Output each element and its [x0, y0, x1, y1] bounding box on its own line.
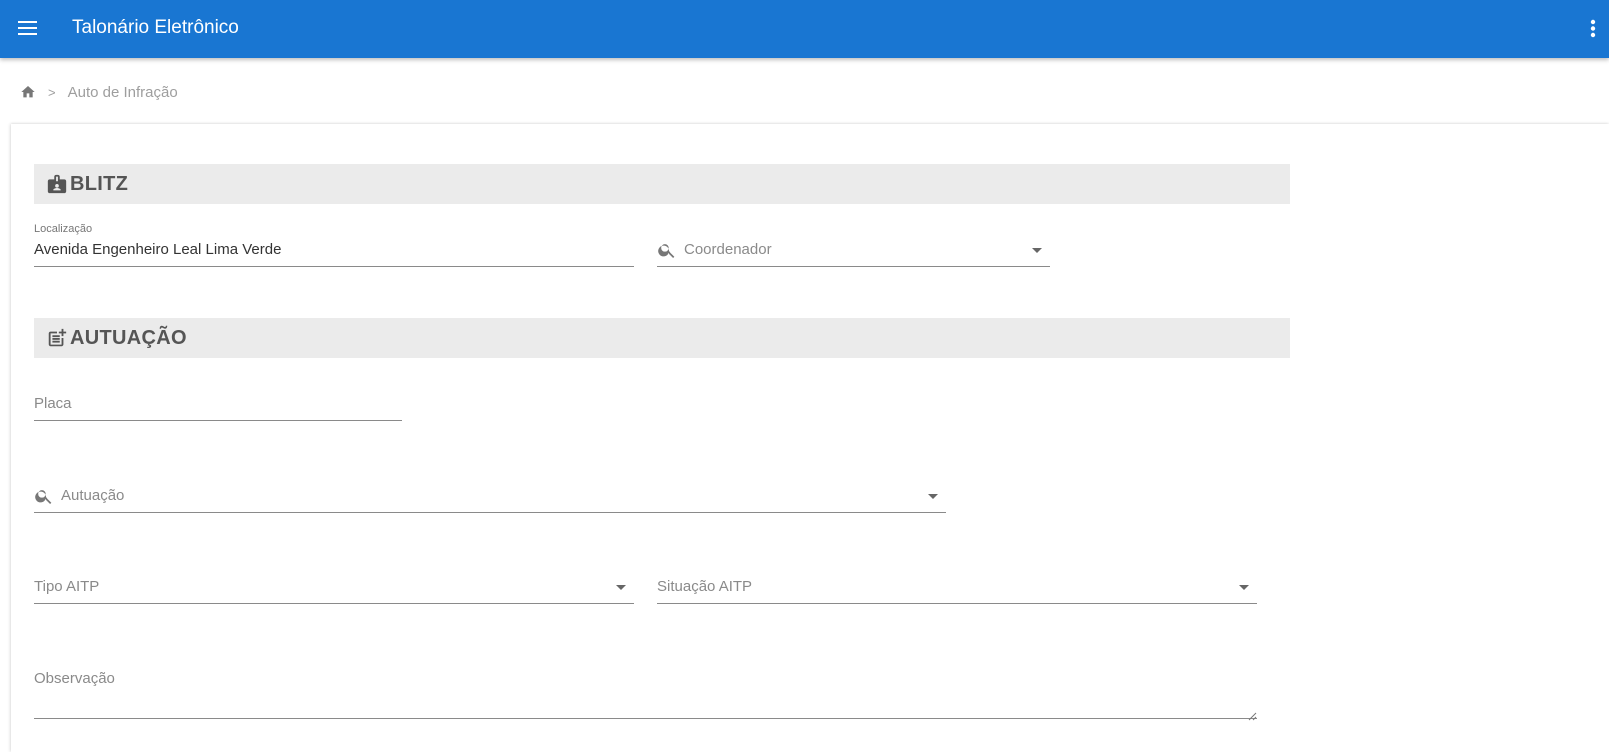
more-vert-icon[interactable] [1581, 17, 1605, 41]
chevron-down-icon[interactable] [928, 494, 938, 499]
breadcrumb-current: Auto de Infração [67, 83, 178, 101]
coordenador-placeholder: Coordenador [684, 241, 772, 258]
localizacao-label: Localização [34, 223, 93, 235]
localizacao-value[interactable]: Avenida Engenheiro Leal Lima Verde [34, 241, 281, 258]
form-card: BLITZ Localização Avenida Engenheiro Lea… [11, 124, 1609, 752]
situacao-aitp-placeholder: Situação AITP [657, 578, 753, 595]
placa-placeholder: Placa [34, 395, 72, 412]
search-icon [34, 486, 54, 506]
chevron-down-icon[interactable] [1239, 585, 1249, 590]
situacao-aitp-select[interactable]: Situação AITP [657, 578, 1257, 604]
app-title: Talonário Eletrônico [72, 17, 239, 38]
home-icon[interactable] [20, 84, 36, 100]
section-title-autuacao: AUTUAÇÃO [70, 326, 187, 349]
breadcrumb-separator: > [48, 84, 56, 100]
post-add-icon [46, 327, 68, 349]
section-header-blitz: BLITZ [34, 164, 1290, 204]
search-icon [657, 240, 677, 260]
breadcrumb: > Auto de Infração [20, 82, 178, 102]
autuacao-select[interactable]: Autuação [34, 487, 946, 513]
localizacao-field[interactable]: Localização Avenida Engenheiro Leal Lima… [34, 223, 634, 267]
resize-handle-icon[interactable] [1247, 708, 1257, 721]
badge-icon [46, 173, 68, 195]
coordenador-select[interactable]: Coordenador [657, 241, 1050, 267]
autuacao-placeholder: Autuação [61, 487, 125, 504]
chevron-down-icon[interactable] [616, 585, 626, 590]
section-header-autuacao: AUTUAÇÃO [34, 318, 1290, 358]
placa-field[interactable]: Placa [34, 395, 402, 421]
hamburger-menu-icon[interactable] [17, 17, 39, 39]
observacao-textarea[interactable]: Observação [34, 670, 1257, 721]
app-bar: Talonário Eletrônico [0, 0, 1609, 58]
tipo-aitp-select[interactable]: Tipo AITP [34, 578, 634, 604]
observacao-placeholder: Observação [34, 670, 115, 687]
chevron-down-icon[interactable] [1032, 248, 1042, 253]
tipo-aitp-placeholder: Tipo AITP [34, 578, 100, 595]
section-title-blitz: BLITZ [70, 172, 129, 195]
